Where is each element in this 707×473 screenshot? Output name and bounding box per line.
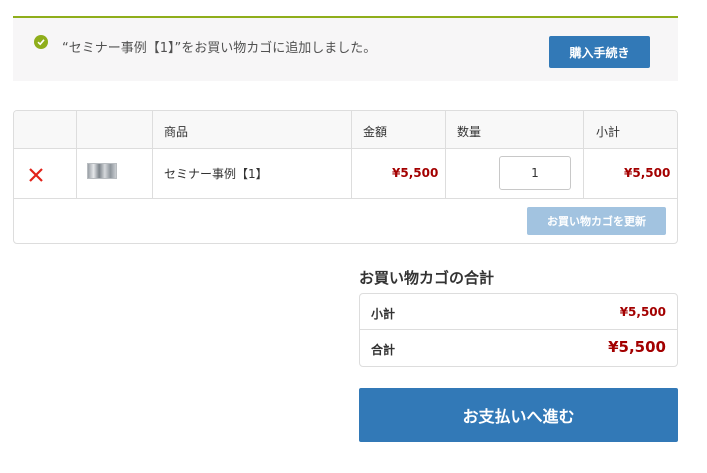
header-price: 金額 xyxy=(363,125,388,139)
subtotal-label: 小計 xyxy=(371,307,396,321)
total-label: 合計 xyxy=(371,343,396,357)
header-subtotal: 小計 xyxy=(596,125,621,139)
notice-message: “セミナー事例【1】”をお買い物カゴに追加しました。 xyxy=(62,41,377,56)
check-circle-icon xyxy=(34,35,48,49)
table-row: セミナー事例【1】 ¥5,500 ¥5,500 xyxy=(14,149,677,199)
product-name[interactable]: セミナー事例【1】 xyxy=(164,165,268,182)
product-thumbnail[interactable] xyxy=(87,163,117,179)
close-icon[interactable] xyxy=(26,165,46,185)
cart-table: 商品 金額 数量 小計 セミナー事例【1】 ¥5,500 ¥5,500 お買い物… xyxy=(13,110,678,244)
checkout-button[interactable]: 購入手続き xyxy=(549,36,650,68)
product-price: ¥5,500 xyxy=(392,166,439,180)
subtotal-value: ¥5,500 xyxy=(619,305,666,319)
header-quantity: 数量 xyxy=(457,125,482,139)
cart-table-header: 商品 金額 数量 小計 xyxy=(14,111,677,149)
totals-subtotal-row: 小計 ¥5,500 xyxy=(360,294,677,330)
quantity-input[interactable] xyxy=(499,156,571,190)
update-cart-button[interactable]: お買い物カゴを更新 xyxy=(527,207,666,235)
product-subtotal: ¥5,500 xyxy=(624,166,671,180)
cart-added-notice: “セミナー事例【1】”をお買い物カゴに追加しました。 購入手続き xyxy=(13,16,678,81)
cart-totals-table: 小計 ¥5,500 合計 ¥5,500 xyxy=(359,293,678,367)
cart-totals-title: お買い物カゴの合計 xyxy=(359,269,495,287)
total-value: ¥5,500 xyxy=(608,338,666,356)
header-product: 商品 xyxy=(164,125,189,139)
totals-total-row: 合計 ¥5,500 xyxy=(360,330,677,366)
proceed-to-checkout-button[interactable]: お支払いへ進む xyxy=(359,388,678,442)
